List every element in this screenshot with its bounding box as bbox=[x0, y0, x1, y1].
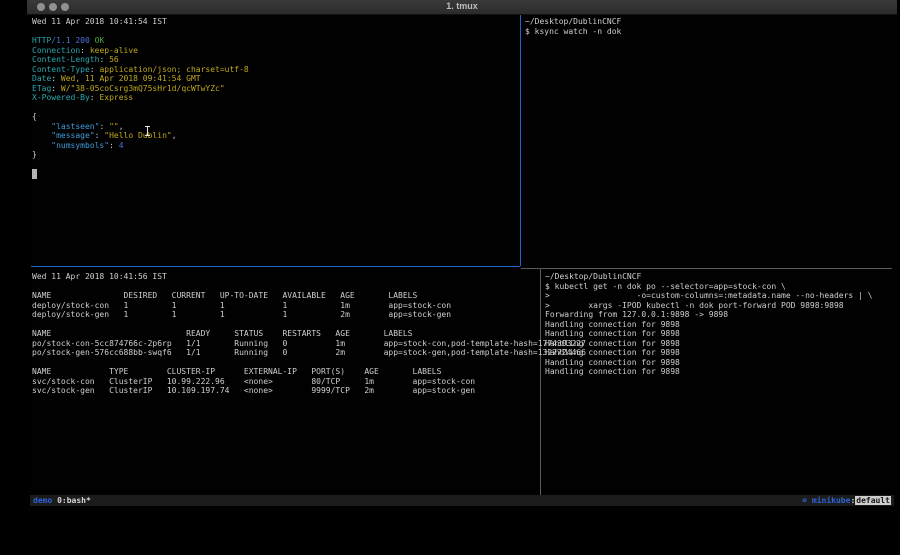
terminal-line: Handling connection for 9898 bbox=[545, 358, 890, 368]
terminal-line: Handling connection for 9898 bbox=[545, 348, 890, 358]
terminal-line: Wed 11 Apr 2018 10:41:56 IST bbox=[32, 272, 538, 282]
pane-port-forward-output[interactable]: ~/Desktop/DublinCNCF$ kubectl get -n dok… bbox=[545, 272, 890, 377]
pane-kubectl-get-output[interactable]: Wed 11 Apr 2018 10:41:56 IST NAME DESIRE… bbox=[32, 272, 538, 396]
desktop-background: 1. tmux Wed 11 Apr 2018 10:41:54 IST HTT… bbox=[0, 0, 900, 555]
terminal-line: Date: Wed, 11 Apr 2018 09:41:54 GMT bbox=[32, 74, 518, 84]
pane-ksync-watch[interactable]: ~/Desktop/DublinCNCF$ ksync watch -n dok bbox=[525, 17, 890, 36]
pane-http-response-output[interactable]: Wed 11 Apr 2018 10:41:54 IST HTTP/1.1 20… bbox=[32, 17, 518, 179]
terminal-line: NAME TYPE CLUSTER-IP EXTERNAL-IP PORT(S)… bbox=[32, 367, 538, 377]
terminal-line: NAME READY STATUS RESTARTS AGE LABELS bbox=[32, 329, 538, 339]
status-bar-right: ☸ minikube:default bbox=[802, 495, 891, 506]
terminal-line: > xargs -IPOD kubectl -n dok port-forwar… bbox=[545, 301, 890, 311]
pane-divider-vertical-bottom[interactable] bbox=[540, 269, 541, 495]
pane-divider-vertical-top[interactable] bbox=[520, 15, 521, 266]
terminal-line bbox=[32, 320, 538, 330]
terminal-line: po/stock-con-5cc874766c-2p6rp 1/1 Runnin… bbox=[32, 339, 538, 349]
status-bar-left: demo 0:bash* bbox=[33, 495, 91, 506]
terminal-line bbox=[32, 103, 518, 113]
terminal-line bbox=[32, 27, 518, 37]
terminal-line: deploy/stock-gen 1 1 1 1 2m app=stock-ge… bbox=[32, 310, 538, 320]
window-title: 1. tmux bbox=[27, 1, 897, 11]
pane-divider-horizontal-left[interactable] bbox=[31, 266, 520, 267]
terminal-line: svc/stock-gen ClusterIP 10.109.197.74 <n… bbox=[32, 386, 538, 396]
terminal-line: Handling connection for 9898 bbox=[545, 320, 890, 330]
terminal-line: ~/Desktop/DublinCNCF bbox=[545, 272, 890, 282]
terminal-line bbox=[32, 282, 538, 292]
terminal-line: "numsymbols": 4 bbox=[32, 141, 518, 151]
terminal-line: po/stock-gen-576cc688bb-swqf6 1/1 Runnin… bbox=[32, 348, 538, 358]
kube-namespace: default bbox=[855, 496, 891, 505]
terminal-line: Handling connection for 9898 bbox=[545, 329, 890, 339]
terminal-line: Wed 11 Apr 2018 10:41:54 IST bbox=[32, 17, 518, 27]
terminal-line: NAME DESIRED CURRENT UP-TO-DATE AVAILABL… bbox=[32, 291, 538, 301]
terminal-line: deploy/stock-con 1 1 1 1 1m app=stock-co… bbox=[32, 301, 538, 311]
terminal-line: X-Powered-By: Express bbox=[32, 93, 518, 103]
terminal-line: } bbox=[32, 150, 518, 160]
terminal-line: Connection: keep-alive bbox=[32, 46, 518, 56]
session-name: demo bbox=[33, 496, 52, 505]
kube-cluster-name: minikube bbox=[807, 496, 850, 505]
terminal-line: $ kubectl get -n dok po --selector=app=s… bbox=[545, 282, 890, 292]
terminal-line bbox=[32, 169, 518, 179]
terminal-line: ETag: W/"38-05coCsrg3mQ75sHr1d/qcWTwYZc" bbox=[32, 84, 518, 94]
terminal-line bbox=[32, 358, 538, 368]
terminal-line bbox=[32, 160, 518, 170]
pane-divider-horizontal-right[interactable] bbox=[521, 268, 892, 269]
terminal-line: Content-Length: 56 bbox=[32, 55, 518, 65]
window-titlebar: 1. tmux bbox=[27, 0, 897, 15]
terminal-window: 1. tmux Wed 11 Apr 2018 10:41:54 IST HTT… bbox=[27, 0, 897, 511]
terminal-line: "message": "Hello Dublin", bbox=[32, 131, 518, 141]
terminal-line: Content-Type: application/json; charset=… bbox=[32, 65, 518, 75]
terminal-line: "lastseen": "", bbox=[32, 122, 518, 132]
terminal-line: Handling connection for 9898 bbox=[545, 339, 890, 349]
terminal-line: { bbox=[32, 112, 518, 122]
tmux-status-bar: demo 0:bash* ☸ minikube:default bbox=[30, 495, 894, 506]
terminal-line: Forwarding from 127.0.0.1:9898 -> 9898 bbox=[545, 310, 890, 320]
mouse-text-cursor bbox=[147, 126, 148, 136]
terminal-line: $ ksync watch -n dok bbox=[525, 27, 890, 37]
terminal-line: > -o=custom-columns=:metadata.name --no-… bbox=[545, 291, 890, 301]
window-tab-bash[interactable]: 0:bash* bbox=[57, 496, 91, 505]
terminal-line: HTTP/1.1 200 OK bbox=[32, 36, 518, 46]
terminal-line: Handling connection for 9898 bbox=[545, 367, 890, 377]
terminal-line: svc/stock-con ClusterIP 10.99.222.96 <no… bbox=[32, 377, 538, 387]
tmux-terminal: Wed 11 Apr 2018 10:41:54 IST HTTP/1.1 20… bbox=[27, 15, 897, 511]
terminal-line: ~/Desktop/DublinCNCF bbox=[525, 17, 890, 27]
